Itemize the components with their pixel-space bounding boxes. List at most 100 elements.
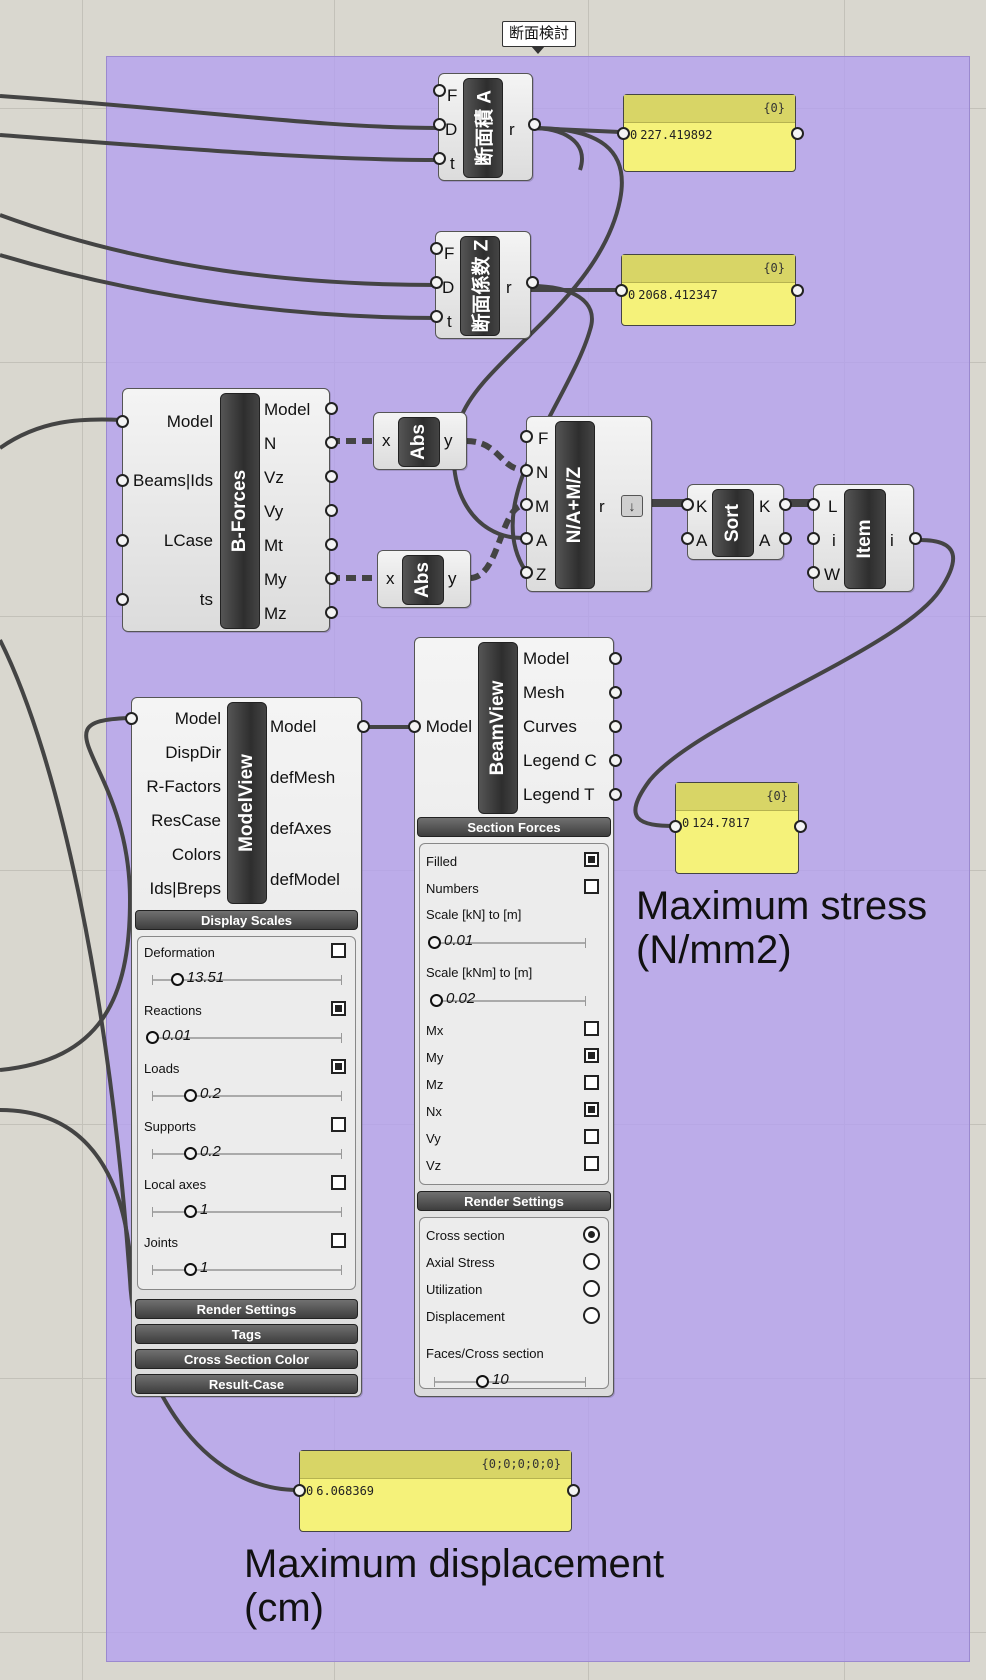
display-option-checkbox[interactable]	[331, 1059, 346, 1074]
input-grip[interactable]	[681, 498, 694, 511]
input-grip[interactable]	[520, 498, 533, 511]
input-pin-f[interactable]: F	[444, 244, 454, 264]
output-pin-r[interactable]: r	[599, 497, 605, 517]
input-pin-f[interactable]: F	[447, 86, 457, 106]
output-pin-defmesh[interactable]: defMesh	[270, 768, 335, 788]
input-pin-beams-ids[interactable]: Beams|Ids	[133, 471, 213, 491]
input-pin-i[interactable]: i	[832, 531, 836, 551]
render-mode-radio[interactable]	[583, 1226, 600, 1243]
display-option-slider-handle[interactable]	[170, 973, 184, 986]
result-case-bar[interactable]: Result-Case	[135, 1374, 358, 1394]
display-option-slider-handle[interactable]	[184, 1205, 197, 1218]
input-grip[interactable]	[615, 284, 628, 297]
output-pin-model[interactable]: Model	[264, 400, 310, 420]
abs-component-2[interactable]: Abs x y	[377, 550, 471, 608]
output-pin-defmodel[interactable]: defModel	[270, 870, 340, 890]
faces-slider-handle[interactable]	[476, 1375, 489, 1388]
input-grip[interactable]	[116, 474, 129, 487]
output-pin-my[interactable]: My	[264, 570, 287, 590]
section-forces-bar[interactable]: Section Forces	[417, 817, 611, 837]
output-grip[interactable]	[325, 606, 338, 619]
input-grip[interactable]	[430, 242, 443, 255]
output-pin-vz[interactable]: Vz	[264, 468, 284, 488]
display-option-slider-handle[interactable]	[184, 1147, 197, 1160]
output-pin-curves[interactable]: Curves	[523, 717, 577, 737]
force-component-checkbox[interactable]	[584, 1156, 599, 1171]
input-pin-z[interactable]: Z	[536, 565, 546, 585]
output-grip[interactable]	[325, 402, 338, 415]
output-grip[interactable]	[526, 276, 539, 289]
input-pin-w[interactable]: W	[824, 565, 840, 585]
tags-bar[interactable]: Tags	[135, 1324, 358, 1344]
output-pin-legend-c[interactable]: Legend C	[523, 751, 597, 771]
force-component-checkbox[interactable]	[584, 1021, 599, 1036]
display-option-slider[interactable]	[152, 1265, 342, 1275]
display-option-checkbox[interactable]	[331, 1175, 346, 1190]
scale-kn-slider-handle[interactable]	[428, 936, 441, 949]
beamview-component[interactable]: BeamView Model Model Mesh Curves Legend …	[414, 637, 614, 1397]
stress-expression-component[interactable]: N/A+M/Z F N M A Z r ↓	[526, 416, 652, 592]
output-pin-legend-t[interactable]: Legend T	[523, 785, 595, 805]
force-component-checkbox[interactable]	[584, 1129, 599, 1144]
force-component-checkbox[interactable]	[584, 1102, 599, 1117]
output-grip[interactable]	[909, 532, 922, 545]
output-grip[interactable]	[325, 470, 338, 483]
input-grip[interactable]	[408, 720, 421, 733]
input-grip[interactable]	[116, 415, 129, 428]
output-grip[interactable]	[325, 572, 338, 585]
output-grip[interactable]	[609, 754, 622, 767]
output-pin-model[interactable]: Model	[270, 717, 316, 737]
input-grip[interactable]	[669, 820, 682, 833]
render-settings-bar[interactable]: Render Settings	[417, 1191, 611, 1211]
input-grip[interactable]	[807, 532, 820, 545]
input-pin-f[interactable]: F	[538, 429, 548, 449]
input-pin-lcase[interactable]: LCase	[164, 531, 213, 551]
cross-section-color-bar[interactable]: Cross Section Color	[135, 1349, 358, 1369]
output-pin-y[interactable]: y	[444, 431, 453, 451]
output-pin-mz[interactable]: Mz	[264, 604, 287, 624]
input-grip[interactable]	[116, 534, 129, 547]
input-grip[interactable]	[430, 276, 443, 289]
arrow-down-icon[interactable]: ↓	[621, 495, 643, 517]
render-settings-bar[interactable]: Render Settings	[135, 1299, 358, 1319]
force-component-checkbox[interactable]	[584, 1048, 599, 1063]
input-pin-n[interactable]: N	[536, 463, 548, 483]
output-grip[interactable]	[325, 504, 338, 517]
output-pin-r[interactable]: r	[506, 278, 512, 298]
input-pin-ids-breps[interactable]: Ids|Breps	[149, 879, 221, 899]
display-option-checkbox[interactable]	[331, 1233, 346, 1248]
panel-section-area[interactable]: {0} 0 227.419892	[623, 94, 796, 172]
output-pin-r[interactable]: r	[509, 120, 515, 140]
output-pin-model[interactable]: Model	[523, 649, 569, 669]
display-option-slider[interactable]	[152, 1091, 342, 1101]
input-grip[interactable]	[433, 118, 446, 131]
output-grip[interactable]	[609, 686, 622, 699]
output-grip[interactable]	[609, 652, 622, 665]
filled-checkbox[interactable]	[584, 852, 599, 867]
render-mode-radio[interactable]	[583, 1307, 600, 1324]
output-grip[interactable]	[325, 538, 338, 551]
input-grip[interactable]	[433, 84, 446, 97]
output-pin-defaxes[interactable]: defAxes	[270, 819, 331, 839]
input-pin-rescase[interactable]: ResCase	[151, 811, 221, 831]
section-area-component[interactable]: 断面積 A F D t r	[438, 73, 533, 181]
output-grip[interactable]	[779, 498, 792, 511]
output-grip[interactable]	[794, 820, 807, 833]
display-option-checkbox[interactable]	[331, 1117, 346, 1132]
input-grip[interactable]	[293, 1484, 306, 1497]
input-grip[interactable]	[617, 127, 630, 140]
abs-component-1[interactable]: Abs x y	[373, 412, 467, 470]
input-pin-x[interactable]: x	[382, 431, 391, 451]
render-mode-radio[interactable]	[583, 1253, 600, 1270]
output-grip[interactable]	[609, 788, 622, 801]
input-pin-a[interactable]: A	[536, 531, 547, 551]
display-option-slider-handle[interactable]	[184, 1263, 197, 1276]
input-grip[interactable]	[520, 566, 533, 579]
output-pin-mesh[interactable]: Mesh	[523, 683, 565, 703]
input-pin-l[interactable]: L	[828, 497, 837, 517]
input-grip[interactable]	[430, 310, 443, 323]
display-option-slider[interactable]	[152, 1149, 342, 1159]
output-pin-mt[interactable]: Mt	[264, 536, 283, 556]
modelview-component[interactable]: ModelView Model DispDir R-Factors ResCas…	[131, 697, 362, 1397]
input-pin-t[interactable]: t	[447, 312, 452, 332]
